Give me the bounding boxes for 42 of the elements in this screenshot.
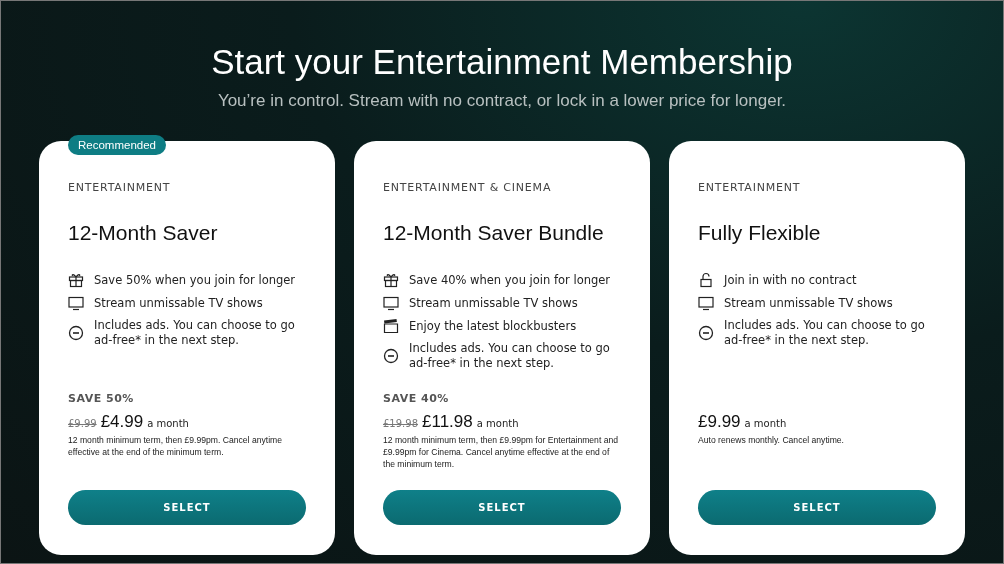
page-title: Start your Entertainment Membership [211, 41, 793, 83]
feature-text: Includes ads. You can choose to go ad-free* in the next step. [724, 318, 926, 348]
clapperboard-icon [383, 318, 399, 334]
plan-name: 12-Month Saver Bundle [383, 220, 604, 246]
feature-text: Stream unmissable TV shows [724, 295, 894, 311]
gift-icon [383, 272, 399, 288]
tv-icon [698, 295, 714, 311]
feature-text: Enjoy the latest blockbusters [409, 318, 578, 334]
price: £11.98 [422, 412, 473, 432]
plan-terms: Auto renews monthly. Cancel anytime. [698, 434, 845, 446]
feature-text: Join in with no contract [724, 272, 858, 288]
feature-text: Includes ads. You can choose to go ad-free* in the next step. [409, 341, 611, 371]
tv-icon [383, 295, 399, 311]
page-subtitle: You’re in control. Stream with no contract, or lock in a lower price for longer. [217, 91, 787, 111]
feature-text: Stream unmissable TV shows [409, 295, 579, 311]
plan-category: ENTERTAINMENT [698, 181, 802, 194]
select-button[interactable]: SELECT [68, 490, 306, 525]
plan-terms: 12 month minimum term, then £9.99pm. Cancel anytime effective at the end of the minimum term. [68, 434, 283, 458]
plan-category: ENTERTAINMENT & CINEMA [383, 181, 553, 194]
price: £9.99 [698, 412, 741, 432]
plan-name: Fully Flexible [698, 220, 821, 246]
plan-terms: 12 month minimum term, then £9.99pm for Entertainment and £9.99pm for Cinema. Cancel anytime effective at the end of the minimum term. [383, 434, 619, 470]
old-price: £9.99 [68, 418, 97, 429]
feature-text: Save 40% when you join for longer [409, 272, 612, 288]
feature-text: Save 50% when you join for longer [94, 272, 297, 288]
tv-icon [68, 295, 84, 311]
price-period: a month [147, 418, 189, 429]
feature-text: Includes ads. You can choose to go ad-free* in the next step. [94, 318, 296, 348]
saving-label: SAVE 50% [68, 392, 134, 405]
plan-category: ENTERTAINMENT [68, 181, 172, 194]
recommended-badge: Recommended [68, 135, 166, 155]
plan-name: 12-Month Saver [68, 220, 218, 246]
price-period: a month [744, 418, 787, 429]
unlocked-padlock-icon [698, 272, 714, 288]
gift-icon [68, 272, 84, 288]
select-button[interactable]: SELECT [383, 490, 621, 525]
feature-text: Stream unmissable TV shows [94, 295, 264, 311]
saving-label: SAVE 40% [383, 392, 449, 405]
price-period: a month [476, 418, 519, 429]
old-price: £19.98 [383, 418, 418, 429]
price: £4.99 [100, 412, 144, 432]
select-button[interactable]: SELECT [698, 490, 936, 525]
